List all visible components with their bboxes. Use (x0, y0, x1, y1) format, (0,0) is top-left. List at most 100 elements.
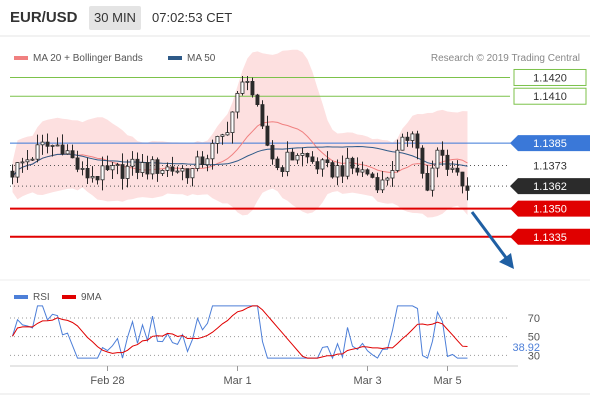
bollinger-band (12, 49, 468, 218)
candle-body (340, 165, 345, 177)
candle-body (275, 158, 280, 169)
candle-body (365, 169, 370, 175)
candle-body (335, 165, 340, 178)
candle-body (260, 104, 265, 127)
candle-body (400, 136, 405, 151)
candle-body (285, 151, 290, 172)
candle-body (30, 158, 35, 161)
candle-body (310, 156, 315, 162)
9ma-legend-label: 9MA (81, 292, 102, 303)
candle-body (45, 141, 50, 147)
candle-body (185, 168, 190, 179)
candle-body (130, 158, 135, 167)
candle-body (445, 154, 450, 170)
candle-body (155, 159, 160, 174)
candle-body (25, 159, 30, 163)
candle-body (140, 162, 145, 174)
candle-body (160, 169, 165, 174)
candle-body (15, 162, 20, 178)
candle-body (290, 151, 295, 161)
candle-body (305, 152, 310, 158)
candle-body (460, 171, 465, 187)
candle-body (430, 167, 435, 191)
candle-body (270, 144, 275, 160)
x-axis-ticks: Feb 28 Mar 1 Mar 3 Mar 5 (90, 366, 462, 387)
candle-body (450, 167, 455, 170)
candle-body (175, 170, 180, 173)
candle-body (240, 81, 245, 94)
candle-body (435, 149, 440, 169)
level-label-0: 1.1420 (533, 72, 567, 84)
candle-body (165, 166, 170, 171)
legend-ma50-label: MA 50 (187, 53, 216, 64)
rsi-line (12, 305, 468, 360)
legend-swatch-bb (14, 56, 28, 60)
candle-body (70, 150, 75, 159)
candle-body (315, 161, 320, 170)
candle-body (80, 167, 85, 170)
candle-body (255, 94, 260, 106)
candle-body (230, 111, 235, 134)
bollinger-band-fill (12, 49, 468, 218)
level-label-5: 1.1350 (533, 204, 567, 216)
candle-body (375, 177, 380, 191)
rsi-current-value: 38.92 (512, 342, 540, 354)
candle-body (415, 133, 420, 149)
rsi-legend-label: RSI (33, 292, 50, 303)
candle-body (280, 167, 285, 173)
candle-body (75, 157, 80, 170)
candle-body (330, 162, 335, 178)
candle-body (370, 173, 375, 178)
legend-swatch-9ma (62, 295, 76, 299)
candle-body (325, 159, 330, 164)
candle-body (390, 170, 395, 179)
candle-body (145, 162, 150, 175)
candle-body (210, 142, 215, 160)
legend-bb-label: MA 20 + Bollinger Bands (33, 53, 143, 64)
candle-body (10, 170, 15, 178)
candle-body (220, 134, 225, 137)
legend-swatch-ma50 (168, 56, 182, 60)
candle-body (120, 164, 125, 179)
candle-body (380, 179, 385, 191)
level-label-4: 1.1362 (533, 181, 567, 193)
candle-body (320, 159, 325, 170)
candle-body (110, 165, 115, 171)
candle-body (250, 81, 255, 96)
x-tick-label: Mar 5 (433, 375, 461, 387)
candle-body (55, 144, 60, 147)
x-tick-label: Feb 28 (90, 375, 124, 387)
chart-canvas: MA 20 + Bollinger Bands MA 50 Research ©… (0, 35, 590, 395)
forecast-arrow-head (499, 253, 514, 269)
candle-body (115, 164, 120, 167)
candle-body (20, 161, 25, 164)
candle-body (65, 150, 70, 155)
candle-body (345, 157, 350, 177)
candle-body (180, 168, 185, 172)
candle-body (190, 168, 195, 179)
candle-body (355, 167, 360, 173)
candle-body (205, 158, 210, 166)
x-tick-label: Mar 3 (353, 375, 381, 387)
level-label-2: 1.1385 (533, 138, 567, 150)
candle-body (35, 144, 40, 160)
candle-body (465, 185, 470, 191)
research-credit: Research © 2019 Trading Central (431, 53, 580, 64)
candle-body (295, 154, 300, 161)
candle-body (135, 158, 140, 173)
rsi-ma-line (12, 305, 468, 359)
rsi-tick-70: 70 (528, 313, 540, 325)
price-labels: 1.1420 1.1410 1.1385 1.1373 1.1362 1.1350 1.13… (510, 68, 590, 245)
candle-body (105, 165, 110, 171)
candle-body (235, 93, 240, 113)
candle-body (60, 144, 65, 155)
candle-body (420, 147, 425, 174)
legend-swatch-rsi (14, 295, 28, 299)
candle-body (95, 175, 100, 181)
candle-body (90, 175, 95, 179)
candle-body (385, 177, 390, 181)
candle-body (195, 156, 200, 169)
candle-body (150, 159, 155, 175)
candle-body (425, 172, 430, 191)
rsi-lines (12, 305, 468, 360)
